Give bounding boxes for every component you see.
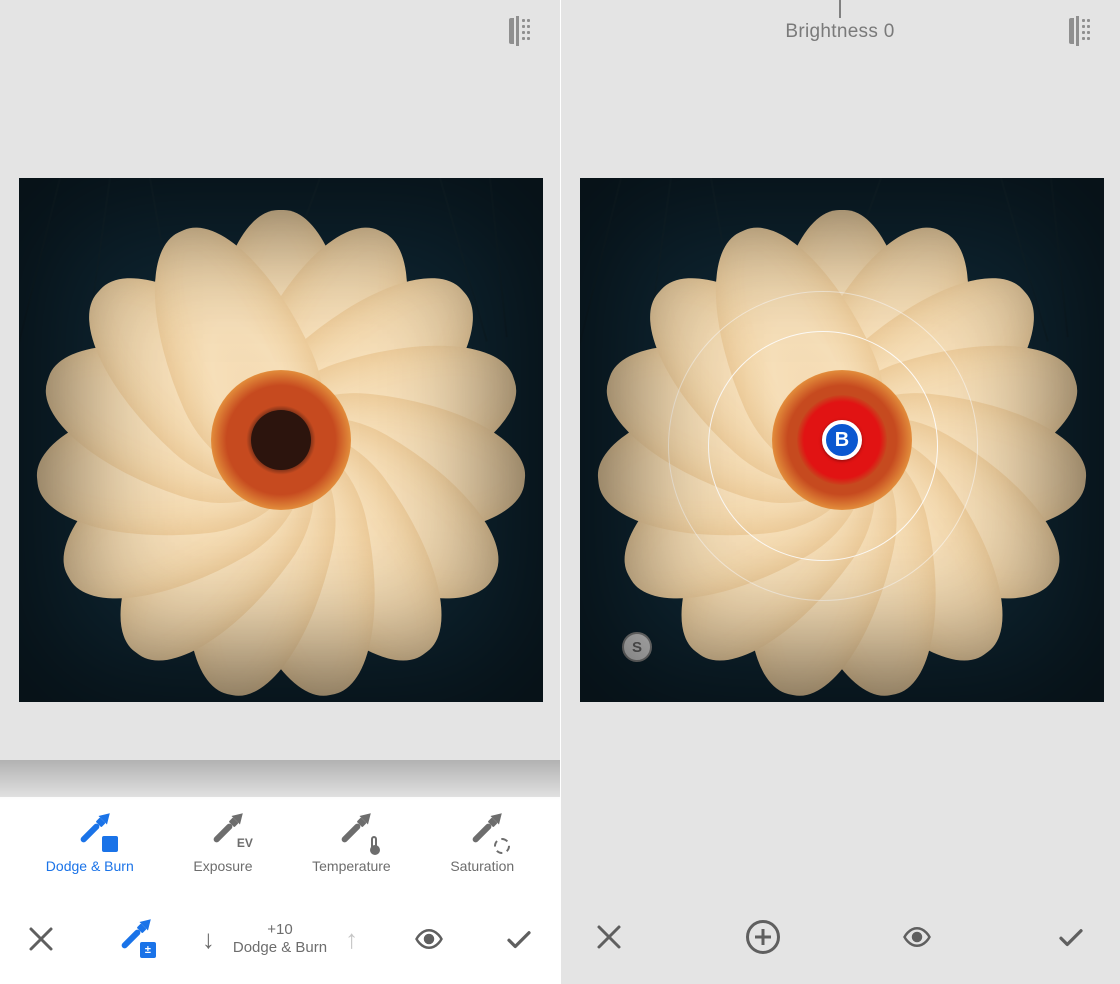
tool-label: Exposure	[193, 858, 252, 874]
active-brush-icon[interactable]: ±	[112, 920, 150, 958]
brush-edit-screen: ± Dodge & Burn EV Exposure Temperature	[0, 0, 560, 984]
temperature-icon	[371, 836, 377, 854]
left-canvas-area	[0, 0, 560, 797]
photo-canvas[interactable]: B S	[580, 178, 1104, 702]
apply-button[interactable]	[1052, 918, 1090, 956]
current-value: +10 Dodge & Burn	[233, 921, 327, 957]
left-bottom-bar: ± ↓ +10 Dodge & Burn ↑	[0, 894, 560, 984]
cancel-button[interactable]	[22, 920, 60, 958]
tool-exposure[interactable]: EV Exposure	[193, 818, 252, 874]
compare-icon[interactable]	[1060, 16, 1090, 46]
control-point-label: S	[632, 639, 642, 656]
right-topbar: Brightness 0	[560, 0, 1120, 64]
cancel-button[interactable]	[590, 918, 628, 956]
value-stepper: ↓ +10 Dodge & Burn ↑	[202, 921, 358, 957]
brush-tool-row: ± Dodge & Burn EV Exposure Temperature	[0, 797, 560, 894]
preview-button[interactable]	[898, 918, 936, 956]
brightness-readout: Brightness 0	[785, 21, 894, 43]
right-bottom-bar	[560, 890, 1120, 984]
selective-edit-screen: Brightness 0	[560, 0, 1120, 984]
right-canvas-area: Brightness 0	[560, 0, 1120, 890]
tool-saturation[interactable]: Saturation	[450, 818, 514, 874]
decrease-arrow-icon[interactable]: ↓	[202, 924, 215, 955]
control-point-secondary[interactable]: S	[622, 632, 652, 662]
tool-temperature[interactable]: Temperature	[312, 818, 391, 874]
left-topbar	[0, 0, 560, 64]
tool-label: Temperature	[312, 858, 391, 874]
saturation-icon	[494, 838, 510, 854]
value-number: +10	[233, 921, 327, 939]
exposure-icon: EV	[237, 836, 253, 850]
plus-circle-icon	[746, 920, 780, 954]
add-control-point-button[interactable]	[744, 918, 782, 956]
dodge-burn-icon: ±	[102, 836, 118, 852]
increase-arrow-icon[interactable]: ↑	[345, 924, 358, 955]
control-point-label: B	[835, 429, 849, 452]
control-point-brightness[interactable]: B	[822, 420, 862, 460]
photo-canvas[interactable]	[19, 178, 543, 702]
compare-icon[interactable]	[500, 16, 530, 46]
tool-label: Dodge & Burn	[46, 858, 134, 874]
tool-label: Saturation	[450, 858, 514, 874]
preview-button[interactable]	[410, 920, 448, 958]
value-mode: Dodge & Burn	[233, 939, 327, 957]
apply-button[interactable]	[500, 920, 538, 958]
tool-dodge-burn[interactable]: ± Dodge & Burn	[46, 818, 134, 874]
